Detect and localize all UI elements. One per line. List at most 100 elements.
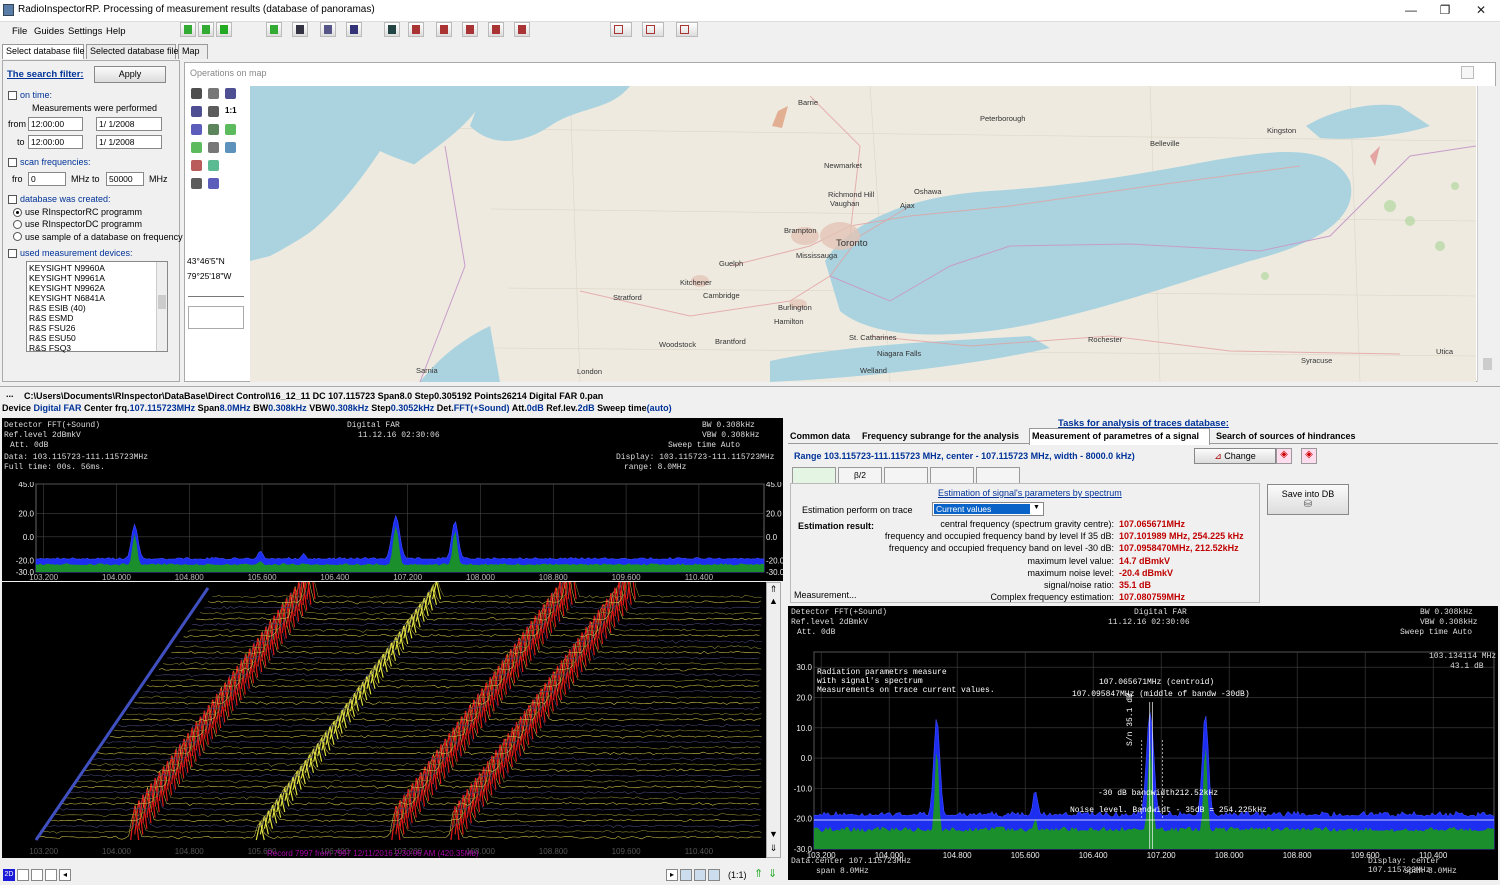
change-button[interactable]: ⊿ Change — [1194, 448, 1276, 464]
ruler-icon[interactable] — [225, 142, 236, 153]
device-item[interactable]: KEYSIGHT N9962A — [29, 283, 105, 293]
task-tab-hindrances[interactable]: Search of sources of hindrances — [1216, 431, 1356, 441]
device-item[interactable]: R&S ESU50 — [29, 333, 76, 343]
toolbar-button-12[interactable] — [488, 22, 504, 37]
toolbar-button-13[interactable] — [514, 22, 530, 37]
toolbar-button-6[interactable] — [320, 22, 336, 37]
one-to-one-icon[interactable]: 1:1 — [225, 106, 237, 117]
hand-icon[interactable] — [208, 88, 219, 99]
subtab-bars-icon[interactable] — [976, 467, 1020, 483]
green-down-icon[interactable]: ⇓ — [768, 869, 780, 881]
select-icon[interactable] — [208, 106, 219, 117]
print-icon[interactable] — [208, 142, 219, 153]
toolbar-button-1[interactable] — [180, 22, 196, 37]
freq-to-input[interactable]: 50000 — [106, 172, 144, 186]
nav-left-icon[interactable] — [680, 869, 692, 881]
device-item[interactable]: KEYSIGHT N6841A — [29, 293, 105, 303]
device-item[interactable]: R&S FSU26 — [29, 323, 75, 333]
nav-end-icon[interactable] — [708, 869, 720, 881]
marker-icon[interactable] — [191, 160, 202, 171]
toolbar-button-3[interactable] — [216, 22, 232, 37]
radio-sample[interactable] — [13, 232, 22, 241]
zoom-fit-icon[interactable] — [45, 869, 57, 881]
db-created-checkbox[interactable] — [8, 195, 17, 204]
layer-icon[interactable] — [208, 124, 219, 135]
toolbar-button-7[interactable] — [346, 22, 362, 37]
device-item[interactable]: R&S ESIB (40) — [29, 303, 86, 313]
map-vscroll-thumb[interactable] — [1483, 358, 1492, 370]
map-close-icon[interactable] — [1461, 66, 1474, 79]
tab-select-database[interactable]: Select database file — [2, 44, 85, 59]
scan-freq-checkbox[interactable] — [8, 158, 17, 167]
task-tab-subrange[interactable]: Frequency subrange for the analysis — [862, 431, 1019, 441]
save-icon[interactable] — [191, 124, 202, 135]
scroll-up-icon[interactable]: ▲ — [768, 596, 779, 607]
menu-guides[interactable]: Guides — [34, 26, 64, 37]
map-canvas[interactable]: Barrie Peterborough Kingston Belleville Newm… — [250, 86, 1476, 382]
mode-2d-button[interactable]: 2D — [3, 869, 15, 881]
close-button[interactable]: ✕ — [1464, 0, 1498, 22]
on-time-checkbox[interactable] — [8, 91, 17, 100]
scroll-thumb[interactable] — [158, 295, 166, 309]
device-item[interactable]: KEYSIGHT N9960A — [29, 263, 105, 273]
zoom-out-icon[interactable] — [191, 106, 202, 117]
apply-button[interactable]: Apply — [94, 66, 166, 83]
arrow-icon[interactable] — [225, 124, 236, 135]
device-item[interactable]: R&S ESMD — [29, 313, 73, 323]
layers-icon[interactable] — [191, 142, 202, 153]
marker-prev-icon[interactable]: ◈ — [1276, 448, 1292, 464]
scroll-down-double-icon[interactable]: ⇓ — [768, 843, 779, 854]
waterfall-vscroll[interactable]: ⇑ ▲ ▼ ⇓ — [766, 582, 781, 858]
freq-from-input[interactable]: 0 — [28, 172, 66, 186]
green-up-icon[interactable]: ⇑ — [754, 869, 766, 881]
map-vscroll[interactable] — [1477, 86, 1496, 382]
device-item[interactable]: KEYSIGHT N9961A — [29, 273, 105, 283]
menu-file[interactable]: File — [12, 26, 27, 37]
task-tab-measurement[interactable]: Measurement of parametres of a signal — [1032, 431, 1199, 441]
toolbar-dropdown-3[interactable] — [676, 22, 698, 37]
menu-settings[interactable]: Settings — [68, 26, 102, 37]
scroll-up-double-icon[interactable]: ⇑ — [768, 584, 779, 595]
toolbar-button-4[interactable] — [266, 22, 282, 37]
menu-help[interactable]: Help — [106, 26, 126, 37]
save-button[interactable]: Save into DB ⛁ — [1267, 484, 1349, 515]
r-icon[interactable] — [208, 178, 219, 189]
tab-map[interactable]: Map — [178, 44, 208, 59]
radio-dc[interactable] — [13, 220, 22, 229]
toolbar-dropdown-1[interactable] — [610, 22, 632, 37]
from-time-input[interactable]: 12:00:00 — [28, 117, 83, 131]
maximize-button[interactable]: ❐ — [1428, 0, 1462, 22]
scroll-down-icon[interactable]: ▼ — [768, 829, 779, 840]
zoom-in-icon[interactable] — [225, 88, 236, 99]
task-tab-common[interactable]: Common data — [790, 431, 850, 441]
devices-checkbox[interactable] — [8, 249, 17, 258]
to-date-input[interactable]: 1/ 1/2008 — [96, 135, 162, 149]
toolbar-button-2[interactable] — [198, 22, 214, 37]
zoom-in-icon[interactable] — [31, 869, 43, 881]
trace-select[interactable]: Current values ▼ — [932, 502, 1044, 516]
toolbar-button-10[interactable] — [436, 22, 452, 37]
devices-scrollbar[interactable] — [156, 262, 167, 351]
pointer-icon[interactable] — [191, 88, 202, 99]
picture-icon[interactable] — [208, 160, 219, 171]
subtab-beta2[interactable]: β/2 — [838, 467, 882, 483]
toolbar-button-8[interactable] — [384, 22, 400, 37]
radio-rc[interactable] — [13, 208, 22, 217]
toolbar-button-9[interactable] — [408, 22, 424, 37]
toolbar-button-5[interactable] — [292, 22, 308, 37]
toolbar-dropdown-2[interactable] — [642, 22, 664, 37]
prev-icon[interactable]: ◂ — [59, 869, 71, 881]
path-menu-icon[interactable]: ... — [6, 389, 14, 399]
to-time-input[interactable]: 12:00:00 — [28, 135, 83, 149]
minimize-button[interactable]: — — [1394, 0, 1428, 22]
from-date-input[interactable]: 1/ 1/2008 — [96, 117, 162, 131]
next-icon[interactable]: ▸ — [666, 869, 678, 881]
marker-next-icon[interactable]: ◈ — [1301, 448, 1317, 464]
nav-right-icon[interactable] — [694, 869, 706, 881]
toolbar-button-11[interactable] — [462, 22, 478, 37]
subtab-spectrum-icon[interactable] — [792, 467, 836, 483]
device-item[interactable]: R&S FSQ3 — [29, 343, 71, 353]
person-icon[interactable] — [191, 178, 202, 189]
zoom-out-icon[interactable] — [17, 869, 29, 881]
subtab-bandwidth-icon[interactable] — [884, 467, 928, 483]
